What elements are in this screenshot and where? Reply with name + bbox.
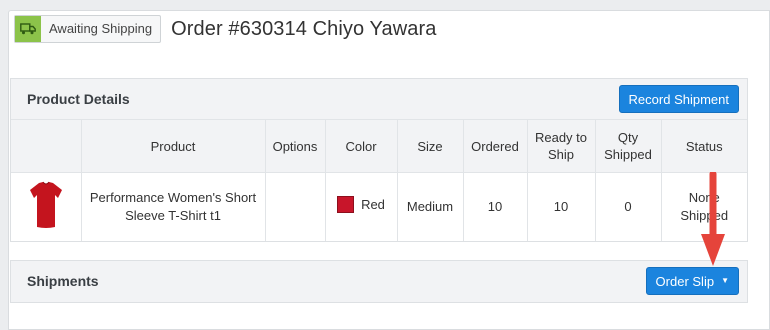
product-size-cell: Medium	[397, 172, 464, 241]
product-details-section: Product Details Record Shipment Product …	[10, 78, 748, 242]
product-shipped-cell: 0	[595, 172, 662, 241]
shipments-section: Shipments Order Slip ▼	[10, 260, 748, 303]
product-thumbnail-cell	[11, 172, 82, 241]
column-header-color: Color	[325, 119, 398, 173]
color-swatch	[337, 196, 355, 214]
red-tshirt-thumbnail[interactable]	[29, 181, 63, 229]
table-header-row: Product Options Color Size Ordered Ready…	[11, 119, 747, 173]
order-slip-label: Order Slip	[655, 273, 715, 289]
product-options-cell	[265, 172, 326, 241]
column-header-product: Product	[81, 119, 266, 173]
product-table: Product Options Color Size Ordered Ready…	[11, 119, 747, 241]
shipments-title: Shipments	[27, 273, 99, 289]
order-header: Awaiting Shipping Order #630314 Chiyo Ya…	[14, 14, 436, 44]
column-header-options: Options	[265, 119, 326, 173]
red-arrow-annotation	[701, 172, 725, 266]
column-header-status: Status	[661, 119, 747, 173]
table-row: Performance Women's Short Sleeve T-Shirt…	[11, 172, 747, 241]
shipments-header: Shipments Order Slip ▼	[11, 261, 747, 301]
product-color-cell: Red	[325, 172, 398, 241]
order-slip-button[interactable]: Order Slip ▼	[645, 267, 739, 295]
product-details-title: Product Details	[27, 91, 130, 107]
record-shipment-button[interactable]: Record Shipment	[618, 85, 739, 113]
order-title: Order #630314 Chiyo Yawara	[171, 17, 437, 40]
product-name-cell: Performance Women's Short Sleeve T-Shirt…	[81, 172, 266, 241]
column-header-ordered: Ordered	[463, 119, 528, 173]
product-ready-cell: 10	[527, 172, 596, 241]
column-header-thumbnail	[11, 119, 82, 173]
product-ordered-cell: 10	[463, 172, 528, 241]
column-header-size: Size	[397, 119, 464, 173]
order-status-badge: Awaiting Shipping	[14, 15, 162, 43]
column-header-ready-to-ship: Ready to Ship	[527, 119, 596, 173]
column-header-qty-shipped: Qty Shipped	[595, 119, 662, 173]
caret-down-icon: ▼	[721, 276, 729, 285]
order-status-label: Awaiting Shipping	[49, 21, 153, 36]
color-label: Red	[361, 196, 385, 212]
truck-icon	[15, 16, 41, 42]
product-details-header: Product Details Record Shipment	[11, 79, 747, 119]
